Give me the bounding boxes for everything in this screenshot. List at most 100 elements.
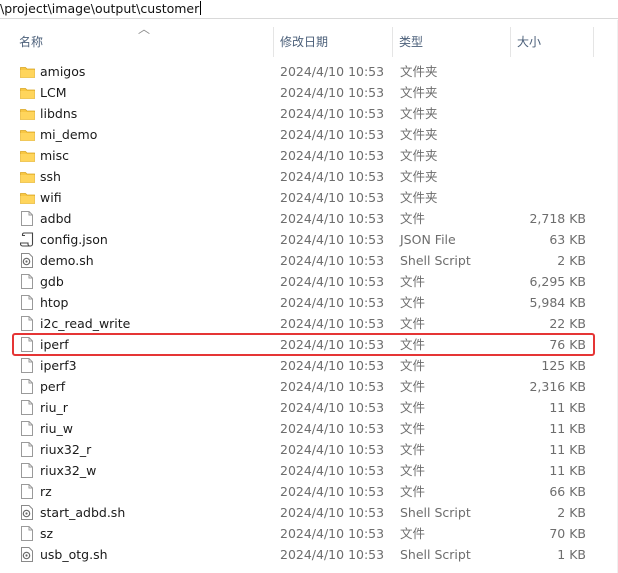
file-name: riu_w bbox=[40, 421, 74, 436]
file-row[interactable]: mi_demo 2024/4/10 10:53 文件夹 bbox=[0, 124, 618, 145]
file-icon bbox=[20, 379, 34, 394]
file-size: 76 KB bbox=[549, 337, 586, 352]
file-row[interactable]: sz 2024/4/10 10:53 文件 70 KB bbox=[0, 523, 618, 544]
file-row[interactable]: riu_w 2024/4/10 10:53 文件 11 KB bbox=[0, 418, 618, 439]
column-header-type[interactable]: 类型 bbox=[393, 27, 511, 57]
file-name: amigos bbox=[40, 64, 86, 79]
file-date: 2024/4/10 10:53 bbox=[280, 400, 385, 415]
file-row[interactable]: start_adbd.sh 2024/4/10 10:53 Shell Script… bbox=[0, 502, 618, 523]
file-name: config.json bbox=[40, 232, 108, 247]
file-row[interactable]: config.json 2024/4/10 10:53 JSON File 63 KB bbox=[0, 229, 618, 250]
file-date: 2024/4/10 10:53 bbox=[280, 274, 385, 289]
file-size: 2,718 KB bbox=[529, 211, 586, 226]
file-type: 文件 bbox=[400, 316, 426, 331]
folder-icon bbox=[20, 150, 35, 162]
file-name: gdb bbox=[40, 274, 64, 289]
file-type: 文件 bbox=[400, 484, 426, 499]
file-type: 文件 bbox=[400, 442, 426, 457]
file-date: 2024/4/10 10:53 bbox=[280, 64, 385, 79]
file-size: 63 KB bbox=[549, 232, 586, 247]
file-type: 文件 bbox=[400, 295, 426, 310]
file-row[interactable]: i2c_read_write 2024/4/10 10:53 文件 22 KB bbox=[0, 313, 618, 334]
file-name: i2c_read_write bbox=[40, 316, 131, 331]
file-name: riux32_w bbox=[40, 463, 97, 478]
file-row[interactable]: riu_r 2024/4/10 10:53 文件 11 KB bbox=[0, 397, 618, 418]
address-path[interactable]: \project\image\output\customer bbox=[0, 0, 600, 18]
file-name: misc bbox=[40, 148, 70, 163]
file-row[interactable]: gdb 2024/4/10 10:53 文件 6,295 KB bbox=[0, 271, 618, 292]
file-size: 22 KB bbox=[549, 316, 586, 331]
column-header-row: ︿ 名称 修改日期 类型 大小 bbox=[0, 23, 618, 57]
file-date: 2024/4/10 10:53 bbox=[280, 295, 385, 310]
file-name: ssh bbox=[40, 169, 61, 184]
file-name: iperf bbox=[40, 337, 69, 352]
file-name: wifi bbox=[40, 190, 62, 205]
json-file-icon bbox=[19, 232, 34, 247]
file-name: riux32_r bbox=[40, 442, 92, 457]
file-row[interactable]: riux32_w 2024/4/10 10:53 文件 11 KB bbox=[0, 460, 618, 481]
file-type: 文件 bbox=[400, 358, 426, 373]
file-date: 2024/4/10 10:53 bbox=[280, 421, 385, 436]
file-date: 2024/4/10 10:53 bbox=[280, 232, 385, 247]
file-row[interactable]: misc 2024/4/10 10:53 文件夹 bbox=[0, 145, 618, 166]
file-type: 文件 bbox=[400, 400, 426, 415]
file-icon bbox=[20, 358, 34, 373]
file-date: 2024/4/10 10:53 bbox=[280, 85, 385, 100]
file-name: iperf3 bbox=[40, 358, 77, 373]
file-row[interactable]: demo.sh 2024/4/10 10:53 Shell Script 2 KB bbox=[0, 250, 618, 271]
file-date: 2024/4/10 10:53 bbox=[280, 358, 385, 373]
column-header-size[interactable]: 大小 bbox=[511, 27, 594, 57]
file-date: 2024/4/10 10:53 bbox=[280, 379, 385, 394]
file-row[interactable]: adbd 2024/4/10 10:53 文件 2,718 KB bbox=[0, 208, 618, 229]
file-date: 2024/4/10 10:53 bbox=[280, 190, 385, 205]
file-date: 2024/4/10 10:53 bbox=[280, 547, 385, 562]
file-icon bbox=[20, 463, 34, 478]
column-header-name[interactable]: 名称 bbox=[13, 27, 274, 57]
file-icon bbox=[20, 337, 34, 352]
file-row[interactable]: wifi 2024/4/10 10:53 文件夹 bbox=[0, 187, 618, 208]
file-row[interactable]: perf 2024/4/10 10:53 文件 2,316 KB bbox=[0, 376, 618, 397]
file-name: perf bbox=[40, 379, 66, 394]
file-size: 11 KB bbox=[549, 421, 586, 436]
file-type: Shell Script bbox=[400, 505, 471, 520]
file-size: 2 KB bbox=[557, 253, 586, 268]
file-date: 2024/4/10 10:53 bbox=[280, 106, 385, 121]
file-row[interactable]: iperf3 2024/4/10 10:53 文件 125 KB bbox=[0, 355, 618, 376]
file-row[interactable]: usb_otg.sh 2024/4/10 10:53 Shell Script 1 K… bbox=[0, 544, 618, 565]
file-icon bbox=[20, 316, 34, 331]
file-icon bbox=[20, 211, 34, 226]
file-name: usb_otg.sh bbox=[40, 547, 108, 562]
file-size: 70 KB bbox=[549, 526, 586, 541]
file-type: 文件 bbox=[400, 421, 426, 436]
file-type: 文件夹 bbox=[400, 85, 438, 100]
file-type: Shell Script bbox=[400, 547, 471, 562]
file-row[interactable]: libdns 2024/4/10 10:53 文件夹 bbox=[0, 103, 618, 124]
file-icon bbox=[20, 295, 34, 310]
file-icon bbox=[20, 421, 34, 436]
file-type: 文件夹 bbox=[400, 127, 438, 142]
file-row[interactable]: ssh 2024/4/10 10:53 文件夹 bbox=[0, 166, 618, 187]
file-type: 文件夹 bbox=[400, 64, 438, 79]
file-row[interactable]: rz 2024/4/10 10:53 文件 66 KB bbox=[0, 481, 618, 502]
file-size: 2 KB bbox=[557, 505, 586, 520]
file-size: 5,984 KB bbox=[529, 295, 586, 310]
file-row[interactable]: htop 2024/4/10 10:53 文件 5,984 KB bbox=[0, 292, 618, 313]
file-name: libdns bbox=[40, 106, 78, 121]
file-date: 2024/4/10 10:53 bbox=[280, 484, 385, 499]
column-header-date[interactable]: 修改日期 bbox=[274, 27, 393, 57]
file-date: 2024/4/10 10:53 bbox=[280, 526, 385, 541]
file-date: 2024/4/10 10:53 bbox=[280, 337, 385, 352]
file-icon bbox=[20, 274, 34, 289]
file-type: 文件 bbox=[400, 526, 426, 541]
file-row[interactable]: riux32_r 2024/4/10 10:53 文件 11 KB bbox=[0, 439, 618, 460]
file-size: 66 KB bbox=[549, 484, 586, 499]
file-type: 文件夹 bbox=[400, 148, 438, 163]
file-size: 125 KB bbox=[541, 358, 586, 373]
file-icon bbox=[20, 400, 34, 415]
file-name: riu_r bbox=[40, 400, 68, 415]
address-bar[interactable]: \project\image\output\customer bbox=[0, 0, 618, 19]
file-row[interactable]: amigos 2024/4/10 10:53 文件夹 bbox=[0, 61, 618, 82]
file-name: mi_demo bbox=[40, 127, 98, 142]
file-row-highlighted[interactable]: iperf 2024/4/10 10:53 文件 76 KB bbox=[0, 334, 618, 355]
file-row[interactable]: LCM 2024/4/10 10:53 文件夹 bbox=[0, 82, 618, 103]
